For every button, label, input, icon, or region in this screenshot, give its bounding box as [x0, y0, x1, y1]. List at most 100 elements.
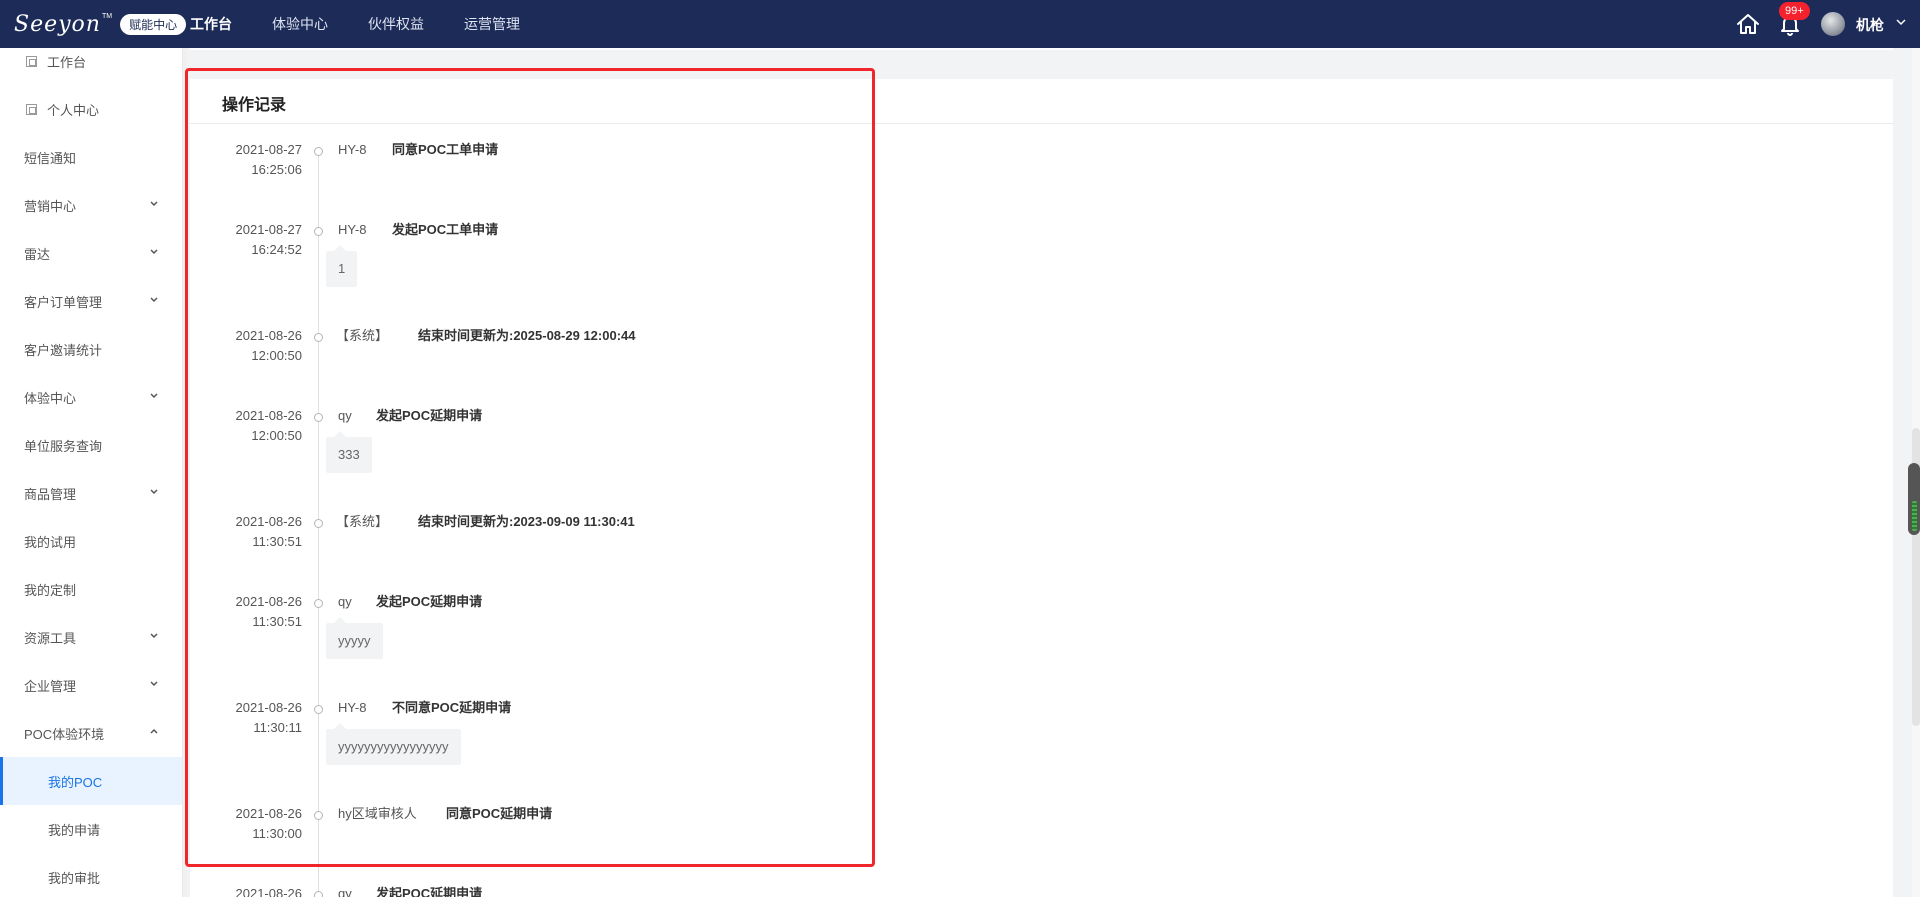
- entry-datetime: 2021-08-26 11:30:00: [210, 804, 303, 844]
- entry-action: 发起POC延期申请: [376, 408, 483, 423]
- entry-datetime: 2021-08-26: [210, 884, 303, 897]
- chevron-down-icon: [150, 393, 158, 399]
- sidebar-item-customer-orders[interactable]: 客户订单管理: [0, 277, 182, 325]
- sidebar-item-label: 短信通知: [24, 150, 77, 166]
- sidebar-item-label: 我的定制: [24, 582, 77, 598]
- entry-datetime: 2021-08-26 11:30:51: [210, 592, 303, 632]
- sidebar-item-label: POC体验环境: [24, 726, 105, 742]
- chevron-down-icon: [150, 633, 158, 639]
- sidebar-item-label: 雷达: [24, 246, 51, 262]
- sidebar-scrollbar[interactable]: [183, 48, 187, 897]
- sidebar-item-label: 单位服务查询: [24, 438, 103, 454]
- page-icon: [26, 103, 37, 115]
- entry-time: 11:30:51: [252, 534, 302, 549]
- entry-action: 发起POC工单申请: [392, 222, 499, 237]
- sidebar-item-sms[interactable]: 短信通知: [0, 133, 182, 181]
- entry-time: 12:00:50: [251, 348, 302, 363]
- avatar[interactable]: [1821, 12, 1845, 36]
- entry-date: 2021-08-26: [235, 806, 303, 821]
- entry-comment: yyyyyyyyyyyyyyyyy: [326, 723, 461, 765]
- timeline-dot: [314, 227, 323, 236]
- sidebar-item-my-application[interactable]: 我的申请: [0, 805, 182, 853]
- entry-date: 2021-08-26: [235, 514, 303, 529]
- nav-item-partner-rights[interactable]: 伙伴权益: [368, 0, 424, 48]
- timeline-dot: [314, 811, 323, 820]
- entry-user: qy: [338, 886, 352, 897]
- nav-item-operations[interactable]: 运营管理: [464, 0, 520, 48]
- sidebar-item-label: 我的POC: [48, 774, 103, 790]
- timeline-dot: [314, 599, 323, 608]
- home-icon[interactable]: [1735, 12, 1761, 36]
- user-name[interactable]: 机枪: [1856, 15, 1884, 35]
- chevron-down-icon: [150, 297, 158, 303]
- entry-time: 11:30:00: [252, 826, 302, 841]
- sidebar-item-my-trial[interactable]: 我的试用: [0, 517, 182, 565]
- entry-date: 2021-08-26: [235, 594, 303, 609]
- sidebar-item-label: 我的审批: [48, 870, 101, 886]
- chevron-down-icon: [150, 249, 158, 255]
- sidebar-item-label: 营销中心: [24, 198, 77, 214]
- entry-time: 16:25:06: [251, 162, 302, 177]
- entry-time: 11:30:11: [253, 720, 302, 735]
- page-icon: [26, 55, 37, 67]
- sidebar-item-enterprise[interactable]: 企业管理: [0, 661, 182, 709]
- chevron-down-icon: [150, 201, 158, 207]
- notification-badge: 99+: [1779, 2, 1810, 20]
- scrollbar-grip-icon: [1912, 501, 1917, 531]
- entry-time: 12:00:50: [251, 428, 302, 443]
- previous-card-edge: [190, 48, 1893, 50]
- entry-datetime: 2021-08-26 12:00:50: [210, 406, 303, 446]
- top-nav: 工作台 体验中心 伙伴权益 运营管理: [190, 0, 560, 48]
- sidebar-item-workbench[interactable]: 工作台: [0, 48, 182, 85]
- timeline-dot: [314, 519, 323, 528]
- logo-trademark: TM: [101, 12, 113, 20]
- sidebar-item-label: 企业管理: [24, 678, 77, 694]
- sidebar-item-radar[interactable]: 雷达: [0, 229, 182, 277]
- sidebar-item-label: 客户邀请统计: [24, 342, 103, 358]
- entry-date: 2021-08-26: [235, 886, 303, 897]
- nav-item-experience-center[interactable]: 体验中心: [272, 0, 328, 48]
- sidebar-item-marketing[interactable]: 营销中心: [0, 181, 182, 229]
- sidebar-item-poc-env[interactable]: POC体验环境: [0, 709, 182, 757]
- entry-action: 结束时间更新为:2025-08-29 12:00:44: [418, 328, 636, 343]
- entry-action: 同意POC延期申请: [446, 806, 553, 821]
- entry-action: 同意POC工单申请: [392, 142, 499, 157]
- entry-action: 结束时间更新为:2023-09-09 11:30:41: [418, 514, 635, 529]
- operation-timeline: 2021-08-27 16:25:06 HY-8 同意POC工单申请 2021-0…: [210, 136, 910, 897]
- entry-time: 11:30:51: [252, 614, 302, 629]
- sidebar-item-invite-stats[interactable]: 客户邀请统计: [0, 325, 182, 373]
- entry-comment: 1: [326, 245, 358, 287]
- entry-user: hy区域审核人: [338, 806, 417, 821]
- sidebar-item-my-custom[interactable]: 我的定制: [0, 565, 182, 613]
- entry-user: HY-8: [338, 142, 367, 157]
- scrollbar-thumb[interactable]: [1908, 463, 1920, 535]
- sidebar-item-my-poc[interactable]: 我的POC: [0, 757, 182, 805]
- timeline-dot: [314, 333, 323, 342]
- timeline-dot: [314, 891, 323, 897]
- sidebar-item-personal-center[interactable]: 个人中心: [0, 85, 182, 133]
- sidebar-item-unit-service[interactable]: 单位服务查询: [0, 421, 182, 469]
- nav-item-workbench[interactable]: 工作台: [190, 0, 232, 48]
- entry-action: 发起POC延期申请: [376, 594, 483, 609]
- chevron-down-icon[interactable]: [1895, 16, 1907, 28]
- entry-user: HY-8: [338, 700, 367, 715]
- sidebar-item-my-approval[interactable]: 我的审批: [0, 853, 182, 897]
- logo-text: Seeyon: [14, 11, 101, 37]
- entry-time: 16:24:52: [251, 242, 302, 257]
- entry-date: 2021-08-27: [235, 142, 303, 157]
- entry-datetime: 2021-08-26 12:00:50: [210, 326, 303, 366]
- sidebar-item-label: 体验中心: [24, 390, 77, 406]
- entry-comment: yyyyy: [326, 617, 383, 659]
- entry-date: 2021-08-27: [235, 222, 303, 237]
- entry-date: 2021-08-26: [235, 700, 303, 715]
- sidebar-item-label: 我的申请: [48, 822, 101, 838]
- divider: [190, 123, 1893, 124]
- sidebar-item-resource-tools[interactable]: 资源工具: [0, 613, 182, 661]
- logo[interactable]: Seeyon TM 赋能中心: [14, 10, 187, 38]
- entry-action: 发起POC延期申请: [376, 886, 483, 897]
- sidebar-item-products[interactable]: 商品管理: [0, 469, 182, 517]
- sidebar-item-label: 工作台: [47, 54, 87, 70]
- timeline-dot: [314, 705, 323, 714]
- sidebar-item-experience-center[interactable]: 体验中心: [0, 373, 182, 421]
- timeline-dot: [314, 413, 323, 422]
